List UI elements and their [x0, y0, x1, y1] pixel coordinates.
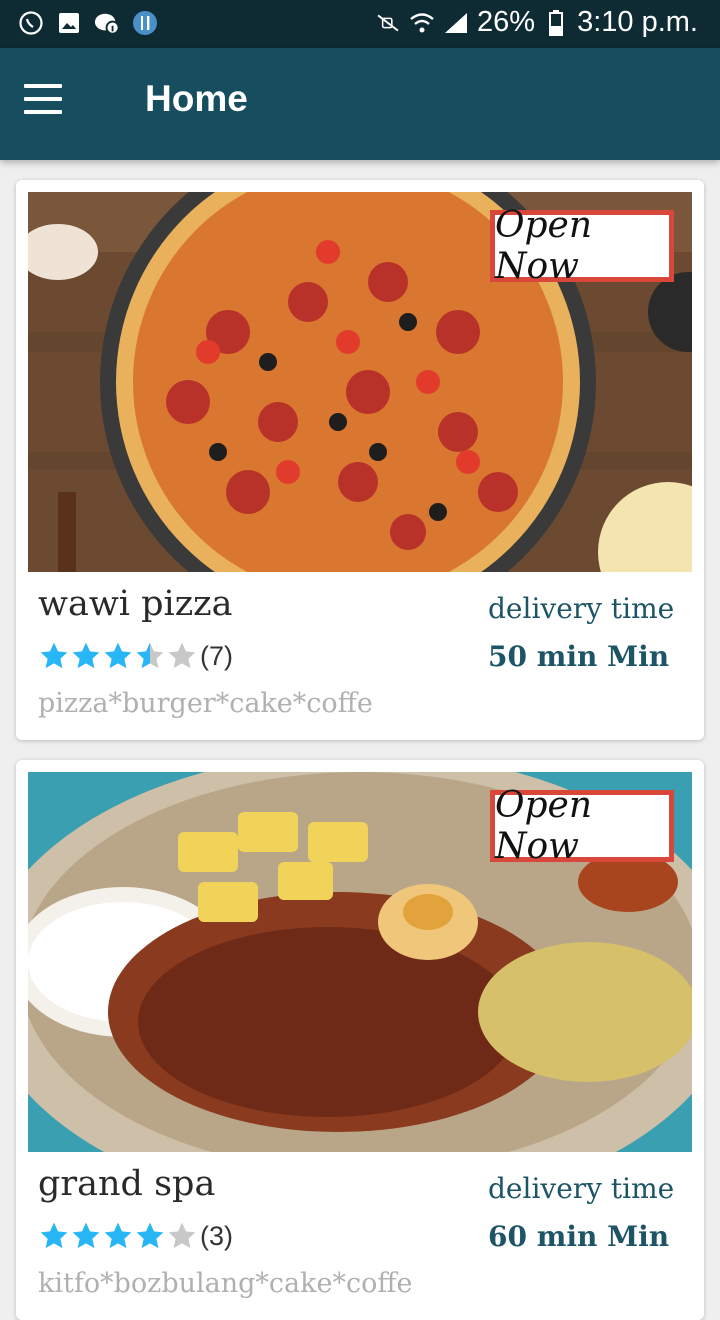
restaurant-image: Open Now — [28, 772, 692, 1152]
star-icon — [72, 642, 100, 669]
chat-info-icon — [94, 10, 120, 36]
signal-icon — [443, 10, 469, 36]
app-bar: Home — [0, 48, 720, 160]
battery-percent: 26% — [477, 6, 536, 38]
star-icon — [104, 642, 132, 669]
delivery-time-label: delivery time — [488, 1172, 675, 1205]
restaurant-card[interactable]: Open Now wawi pizza (7) pizza*burger*cak… — [16, 180, 704, 740]
status-bar: 26% 3:10 p.m. — [0, 0, 720, 48]
open-now-badge: Open Now — [490, 205, 674, 287]
image-icon — [56, 10, 82, 36]
battery-icon — [543, 9, 569, 36]
delivery-time-value: 50 min Min — [488, 640, 670, 673]
wifi-icon — [409, 10, 435, 36]
delivery-time-label: delivery time — [488, 592, 675, 625]
star-icon — [40, 1222, 68, 1249]
delivery-time-value: 60 min Min — [488, 1220, 670, 1253]
notification-icons — [18, 10, 158, 36]
rating-stars: (3) — [38, 1220, 233, 1252]
food-tags: kitfo*bozbulang*cake*coffe — [38, 1268, 413, 1299]
restaurant-card[interactable]: Open Now grand spa (3) kitfo*bozbulang*c… — [16, 760, 704, 1320]
clock: 3:10 p.m. — [577, 6, 698, 38]
star-empty-icon — [168, 642, 196, 669]
rating-count: (3) — [200, 1220, 233, 1251]
mute-icon — [375, 10, 401, 36]
star-icon — [40, 642, 68, 669]
restaurant-name: wawi pizza — [38, 584, 233, 624]
whatsapp-icon — [18, 10, 44, 36]
open-now-badge: Open Now — [490, 785, 674, 867]
star-icon — [104, 1222, 132, 1249]
star-half-icon — [136, 642, 164, 669]
status-right: 26% 3:10 p.m. — [375, 6, 698, 39]
restaurant-name: grand spa — [38, 1164, 216, 1204]
rating-stars: (7) — [38, 640, 233, 672]
star-empty-icon — [168, 1222, 196, 1249]
page-title: Home — [145, 78, 248, 119]
rating-count: (7) — [200, 640, 233, 671]
restaurant-image: Open Now — [28, 192, 692, 572]
hamburger-menu-icon[interactable] — [24, 84, 68, 124]
star-icon — [136, 1222, 164, 1249]
star-icon — [72, 1222, 100, 1249]
food-tags: pizza*burger*cake*coffe — [38, 688, 373, 719]
restaurant-icon — [132, 10, 158, 36]
